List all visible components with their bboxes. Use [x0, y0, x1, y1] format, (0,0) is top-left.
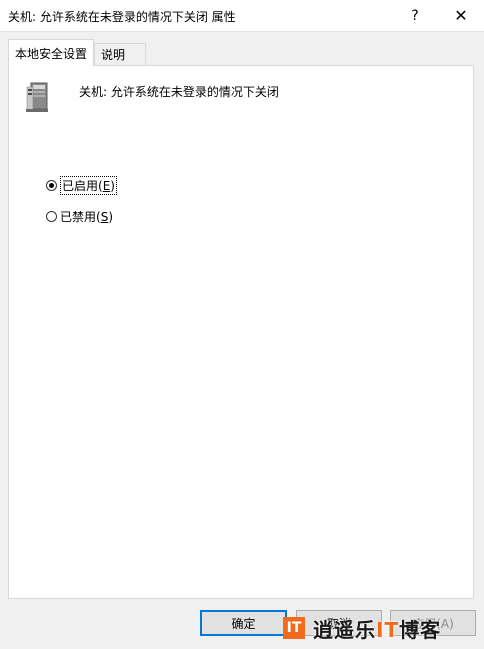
watermark-text: 逍遥乐IT博客 — [313, 617, 442, 642]
enabled-option[interactable]: 已启用(E) — [46, 176, 117, 195]
tab-label: 说明 — [101, 48, 126, 62]
ok-button[interactable]: 确定 — [200, 610, 287, 636]
tab-explain[interactable]: 说明 — [94, 43, 146, 65]
disabled-option[interactable]: 已禁用(S) — [46, 208, 113, 225]
tab-panel: 关机: 允许系统在未登录的情况下关闭 已启用(E) 已禁用(S) — [8, 65, 474, 599]
policy-name: 关机: 允许系统在未登录的情况下关闭 — [79, 85, 279, 99]
window-title: 关机: 允许系统在未登录的情况下关闭 属性 — [8, 10, 236, 24]
close-button[interactable]: ✕ — [438, 0, 484, 31]
tab-local-security-setting[interactable]: 本地安全设置 — [8, 39, 94, 66]
disabled-label: 已禁用(S) — [60, 210, 113, 224]
enabled-radio[interactable] — [46, 180, 57, 191]
watermark-logo-icon: IT — [283, 617, 305, 639]
computer-tower-icon — [26, 82, 48, 112]
disabled-radio[interactable] — [46, 211, 57, 222]
title-bar: 关机: 允许系统在未登录的情况下关闭 属性 ? ✕ — [0, 0, 484, 32]
watermark: IT 逍遥乐IT博客 — [283, 612, 441, 644]
help-icon: ? — [411, 7, 419, 24]
close-icon: ✕ — [454, 6, 468, 25]
tab-label: 本地安全设置 — [15, 46, 88, 61]
help-button[interactable]: ? — [392, 0, 438, 31]
enabled-label: 已启用(E) — [60, 176, 117, 195]
